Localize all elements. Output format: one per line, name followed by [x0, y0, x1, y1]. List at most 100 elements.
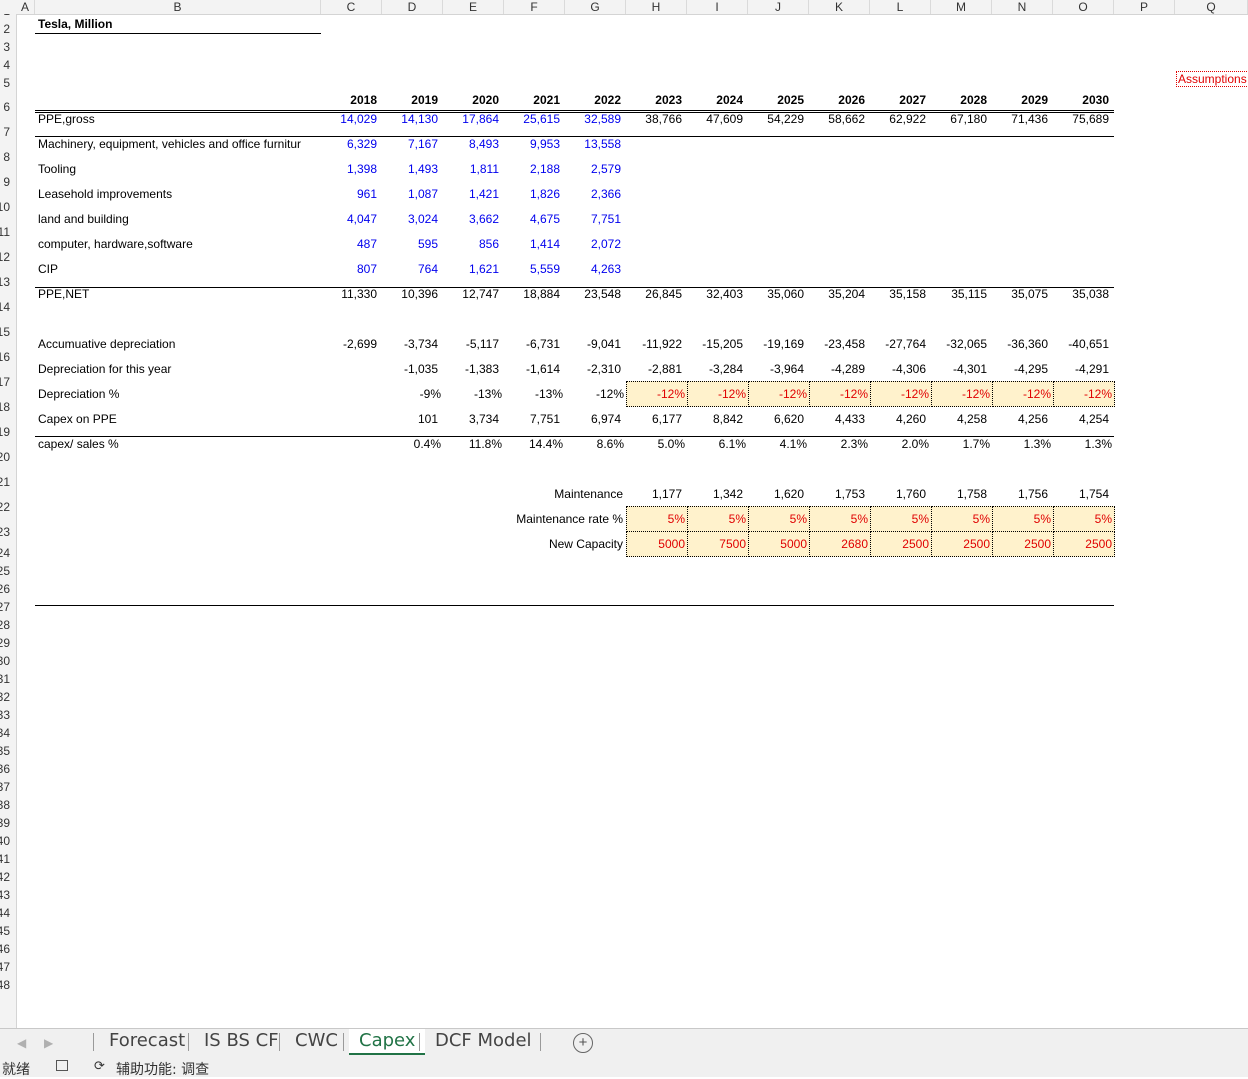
cell-j15[interactable]: -19,169	[763, 337, 804, 351]
column-header-g[interactable]: G	[565, 0, 626, 14]
cell-e13[interactable]: 12,747	[462, 287, 499, 301]
cell-c10[interactable]: 4,047	[347, 212, 377, 226]
cell-f18[interactable]: 7,751	[530, 412, 560, 426]
row-label-capex-sales[interactable]: capex/ sales %	[38, 437, 119, 451]
cell-e8[interactable]: 1,811	[470, 162, 499, 176]
cell-h16[interactable]: -2,881	[648, 362, 682, 376]
cell-e18[interactable]: 3,734	[469, 412, 499, 426]
row-header-7[interactable]: 7	[0, 126, 16, 138]
row-label-accumuative-depreciation[interactable]: Accumuative depreciation	[38, 337, 175, 351]
macro-record-icon[interactable]	[56, 1060, 68, 1071]
cell-k19[interactable]: 2.3%	[841, 437, 868, 451]
cell-k15[interactable]: -23,458	[824, 337, 865, 351]
cell-g15[interactable]: -9,041	[587, 337, 621, 351]
cell-l13[interactable]: 35,158	[889, 287, 926, 301]
row-label-ppe-net[interactable]: PPE,NET	[38, 287, 89, 301]
cell-n6[interactable]: 71,436	[1011, 112, 1048, 126]
cell-d18[interactable]: 101	[418, 412, 438, 426]
cell-i16[interactable]: -3,284	[709, 362, 743, 376]
cell-k21[interactable]: 1,753	[835, 487, 865, 501]
row-header-28[interactable]: 28	[0, 619, 16, 631]
row-header-38[interactable]: 38	[0, 799, 16, 811]
cell-d13[interactable]: 10,396	[401, 287, 438, 301]
row-header-48[interactable]: 48	[0, 979, 16, 991]
cell-f10[interactable]: 4,675	[530, 212, 560, 226]
cell-c11[interactable]: 487	[357, 237, 377, 251]
cell-f8[interactable]: 2,188	[530, 162, 560, 176]
plus-circle-icon[interactable]: +	[573, 1033, 593, 1053]
cell-c8[interactable]: 1,398	[347, 162, 377, 176]
cell-d17[interactable]: -9%	[420, 387, 441, 401]
cell-g12[interactable]: 4,263	[591, 262, 621, 276]
cell-f16[interactable]: -1,614	[526, 362, 560, 376]
cell-c7[interactable]: 6,329	[347, 137, 377, 151]
row-header-1[interactable]: 1	[0, 14, 16, 17]
cell-i18[interactable]: 8,842	[713, 412, 743, 426]
cell-d6[interactable]: 14,130	[401, 112, 438, 126]
assumptions-label[interactable]: Assumptions	[1176, 71, 1248, 87]
cell-m21[interactable]: 1,758	[957, 487, 987, 501]
cell-c6[interactable]: 14,029	[340, 112, 377, 126]
cell-g7[interactable]: 13,558	[584, 137, 621, 151]
row-header-26[interactable]: 26	[0, 583, 16, 595]
cell-h17[interactable]: -12%	[657, 387, 685, 401]
cell-e19[interactable]: 11.8%	[469, 437, 502, 451]
cell-h13[interactable]: 26,845	[645, 287, 682, 301]
cell-m18[interactable]: 4,258	[957, 412, 987, 426]
row-header-20[interactable]: 20	[0, 451, 16, 463]
column-header-c[interactable]: C	[321, 0, 382, 14]
cell-l17[interactable]: -12%	[901, 387, 929, 401]
row-header-9[interactable]: 9	[0, 176, 16, 188]
cell-j6[interactable]: 54,229	[767, 112, 804, 126]
cell-m6[interactable]: 67,180	[950, 112, 987, 126]
row-label-maintenance[interactable]: Maintenance	[554, 487, 623, 501]
cell-f7[interactable]: 9,953	[530, 137, 560, 151]
cell-i21[interactable]: 1,342	[713, 487, 743, 501]
cell-d7[interactable]: 7,167	[408, 137, 438, 151]
row-header-14[interactable]: 14	[0, 301, 16, 313]
cell-d11[interactable]: 595	[418, 237, 438, 251]
cell-k16[interactable]: -4,289	[831, 362, 865, 376]
cell-j16[interactable]: -3,964	[770, 362, 804, 376]
chevron-left-icon[interactable]: ◀	[17, 1036, 26, 1050]
cell-h6[interactable]: 38,766	[645, 112, 682, 126]
row-header-10[interactable]: 10	[0, 201, 16, 213]
row-header-2[interactable]: 2	[0, 23, 16, 35]
row-header-17[interactable]: 17	[0, 376, 16, 388]
row-header-13[interactable]: 13	[0, 276, 16, 288]
cell-i6[interactable]: 47,609	[706, 112, 743, 126]
row-label-new-capacity[interactable]: New Capacity	[549, 537, 623, 551]
cell-e17[interactable]: -13%	[474, 387, 502, 401]
column-header-i[interactable]: I	[687, 0, 748, 14]
row-label-capex-on-ppe[interactable]: Capex on PPE	[38, 412, 117, 426]
cell-j17[interactable]: -12%	[779, 387, 807, 401]
tab-forecast[interactable]: Forecast	[99, 1029, 195, 1055]
year-header-2021[interactable]: 2021	[533, 93, 560, 107]
cell-m17[interactable]: -12%	[962, 387, 990, 401]
cell-m15[interactable]: -32,065	[946, 337, 987, 351]
cell-l16[interactable]: -4,306	[892, 362, 926, 376]
worksheet[interactable]: ABCDEFGHIJKLMNOPQ 1234567891011121314151…	[0, 0, 1248, 1028]
cell-e12[interactable]: 1,621	[469, 262, 499, 276]
row-label-land-and-building[interactable]: land and building	[38, 212, 129, 226]
cell-k22[interactable]: 5%	[851, 512, 868, 526]
row-label-depreciation-for-this-year[interactable]: Depreciation for this year	[38, 362, 171, 376]
row-header-35[interactable]: 35	[0, 745, 16, 757]
tab-capex[interactable]: Capex	[349, 1029, 426, 1055]
row-header-29[interactable]: 29	[0, 637, 16, 649]
cell-g9[interactable]: 2,366	[591, 187, 621, 201]
cell-i15[interactable]: -15,205	[702, 337, 743, 351]
column-header-p[interactable]: P	[1114, 0, 1175, 14]
cell-n18[interactable]: 4,256	[1018, 412, 1048, 426]
column-header-n[interactable]: N	[992, 0, 1053, 14]
cell-f19[interactable]: 14.4%	[529, 437, 563, 451]
cell-m22[interactable]: 5%	[973, 512, 990, 526]
year-header-2018[interactable]: 2018	[350, 93, 377, 107]
cell-c13[interactable]: 11,330	[341, 287, 377, 301]
tab-cwc[interactable]: CWC	[285, 1029, 348, 1055]
cell-j23[interactable]: 5000	[780, 537, 807, 551]
cell-n16[interactable]: -4,295	[1014, 362, 1048, 376]
year-header-2024[interactable]: 2024	[716, 93, 743, 107]
row-header-43[interactable]: 43	[0, 889, 16, 901]
cell-g8[interactable]: 2,579	[591, 162, 621, 176]
